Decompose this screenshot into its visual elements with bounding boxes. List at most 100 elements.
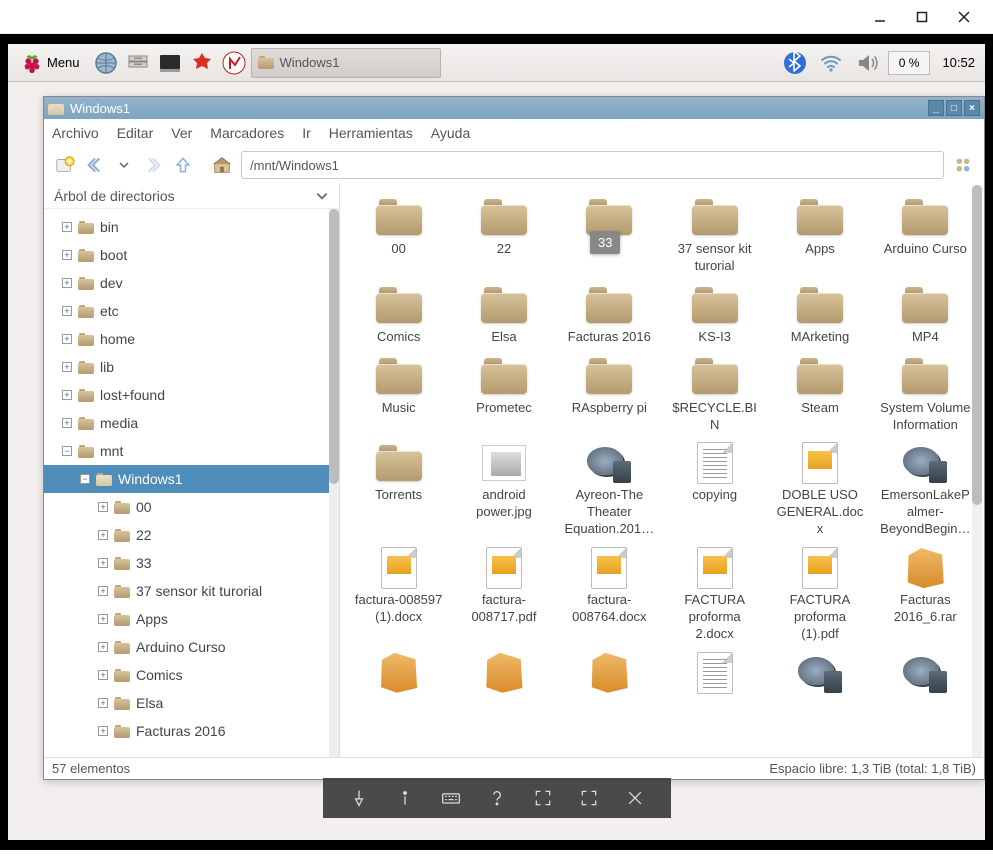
sidebar-scrollbar-thumb[interactable] [329, 209, 339, 484]
tree-item[interactable]: +lib [44, 353, 339, 381]
tree-item[interactable]: +22 [44, 521, 339, 549]
fm-titlebar[interactable]: Windows1 _ □ × [44, 97, 984, 119]
menu-editar[interactable]: Editar [117, 125, 154, 141]
menu-button[interactable]: Menu [12, 48, 89, 78]
clock[interactable]: 10:52 [936, 55, 981, 70]
tree-item[interactable]: +Apps [44, 605, 339, 633]
browser-launcher-icon[interactable] [91, 48, 121, 78]
file-item[interactable]: Prometec [451, 352, 556, 438]
tree-item[interactable]: −Windows1 [44, 465, 339, 493]
file-item[interactable]: $RECYCLE.BIN [662, 352, 767, 438]
file-item[interactable]: Steam [767, 352, 872, 438]
file-item[interactable] [662, 649, 767, 701]
mathematica-launcher-icon[interactable] [187, 48, 217, 78]
host-maximize-button[interactable] [905, 3, 939, 31]
file-item[interactable]: Apps [767, 193, 872, 279]
expand-toggle[interactable]: + [62, 222, 72, 232]
keyboard-button[interactable] [439, 786, 463, 810]
file-item[interactable]: 37 sensor kit turorial [662, 193, 767, 279]
file-item[interactable]: copying [662, 439, 767, 542]
path-input[interactable] [241, 151, 944, 179]
file-item[interactable] [451, 649, 556, 701]
expand-toggle[interactable]: + [62, 250, 72, 260]
home-button[interactable] [209, 152, 235, 178]
file-item[interactable]: KS-I3 [662, 281, 767, 350]
tree-item[interactable]: +33 [44, 549, 339, 577]
host-minimize-button[interactable] [863, 3, 897, 31]
file-item[interactable]: Facturas 2016 [557, 281, 662, 350]
tree-item[interactable]: +37 sensor kit turorial [44, 577, 339, 605]
tree-item[interactable]: +dev [44, 269, 339, 297]
history-dropdown[interactable] [116, 152, 132, 178]
disconnect-button[interactable] [623, 786, 647, 810]
file-item[interactable]: Ayreon-The Theater Equation.201… [557, 439, 662, 542]
file-item[interactable]: Torrents [346, 439, 451, 542]
tree-item[interactable]: +Arduino Curso [44, 633, 339, 661]
tree-item[interactable]: +00 [44, 493, 339, 521]
new-tab-button[interactable] [52, 152, 78, 178]
menu-ver[interactable]: Ver [171, 125, 192, 141]
file-item[interactable]: RAspberry pi [557, 352, 662, 438]
forward-button[interactable] [138, 152, 164, 178]
expand-toggle[interactable]: + [62, 334, 72, 344]
wifi-icon[interactable] [816, 48, 846, 78]
file-item[interactable]: FACTURA proforma 2.docx [662, 544, 767, 647]
file-item[interactable]: MArketing [767, 281, 872, 350]
tree-item[interactable]: −mnt [44, 437, 339, 465]
menu-ayuda[interactable]: Ayuda [431, 125, 470, 141]
tree-item[interactable]: +Facturas 2016 [44, 717, 339, 745]
file-item[interactable]: EmersonLakePalmer-BeyondBegin… [873, 439, 978, 542]
expand-toggle[interactable]: + [98, 502, 108, 512]
file-item[interactable]: Music [346, 352, 451, 438]
expand-toggle[interactable]: + [62, 390, 72, 400]
menu-archivo[interactable]: Archivo [52, 125, 99, 141]
expand-toggle[interactable]: + [98, 530, 108, 540]
wolfram-launcher-icon[interactable] [219, 48, 249, 78]
back-button[interactable] [84, 152, 110, 178]
file-item[interactable]: 00 [346, 193, 451, 279]
fit-button[interactable] [577, 786, 601, 810]
tree-item[interactable]: +home [44, 325, 339, 353]
tree-item[interactable]: +Elsa [44, 689, 339, 717]
file-item[interactable]: Elsa [451, 281, 556, 350]
fm-content[interactable]: 00223337 sensor kit turorialAppsArduino … [340, 183, 984, 759]
menu-herramientas[interactable]: Herramientas [329, 125, 413, 141]
expand-toggle[interactable]: + [62, 306, 72, 316]
file-item[interactable]: Comics [346, 281, 451, 350]
file-item[interactable]: System Volume Information [873, 352, 978, 438]
cpu-usage[interactable]: 0 % [888, 51, 931, 75]
content-scrollbar-thumb[interactable] [972, 185, 982, 505]
expand-toggle[interactable]: + [98, 670, 108, 680]
expand-toggle[interactable]: + [98, 586, 108, 596]
fm-maximize-button[interactable]: □ [946, 100, 962, 116]
tree-item[interactable]: +lost+found [44, 381, 339, 409]
file-item[interactable]: factura-008717.pdf [451, 544, 556, 647]
expand-toggle[interactable]: + [62, 362, 72, 372]
file-item[interactable]: factura-008764.docx [557, 544, 662, 647]
terminal-launcher-icon[interactable] [155, 48, 185, 78]
expand-toggle[interactable]: + [62, 278, 72, 288]
expand-toggle[interactable]: + [98, 558, 108, 568]
expand-toggle[interactable]: + [98, 726, 108, 736]
file-item[interactable]: DOBLE USO GENERAL.docx [767, 439, 872, 542]
info-button[interactable] [393, 786, 417, 810]
tree-item[interactable]: +media [44, 409, 339, 437]
sidebar-header[interactable]: Árbol de directorios [44, 183, 339, 209]
volume-icon[interactable] [852, 48, 882, 78]
help-button[interactable] [485, 786, 509, 810]
fm-minimize-button[interactable]: _ [928, 100, 944, 116]
expand-toggle[interactable]: − [80, 474, 90, 484]
tree-item[interactable]: +boot [44, 241, 339, 269]
filemanager-launcher-icon[interactable] [123, 48, 153, 78]
file-item[interactable]: 22 [451, 193, 556, 279]
file-item[interactable] [873, 649, 978, 701]
tree-item[interactable]: +Comics [44, 661, 339, 689]
directory-tree[interactable]: +bin+boot+dev+etc+home+lib+lost+found+me… [44, 209, 339, 759]
pin-button[interactable] [347, 786, 371, 810]
file-item[interactable]: android power.jpg [451, 439, 556, 542]
file-item[interactable]: Arduino Curso [873, 193, 978, 279]
host-close-button[interactable] [947, 3, 981, 31]
bluetooth-icon[interactable] [780, 48, 810, 78]
menu-ir[interactable]: Ir [302, 125, 311, 141]
file-item[interactable]: factura-008597 (1).docx [346, 544, 451, 647]
